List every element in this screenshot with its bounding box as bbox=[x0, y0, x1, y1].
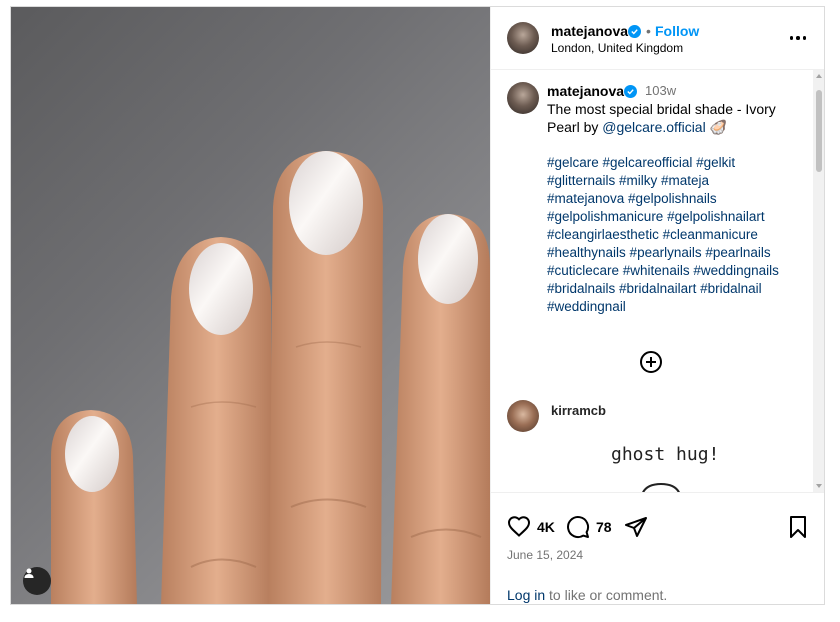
login-prompt: Log in to like or comment. bbox=[507, 587, 667, 603]
hashtag-line[interactable]: #cuticlecare #whitenails #weddingnails bbox=[547, 262, 797, 280]
login-prompt-text: to like or comment. bbox=[545, 587, 668, 603]
post-actions: 4K 78 June 15, 2024 Log in to like or co… bbox=[491, 492, 824, 604]
caption-mention-link[interactable]: @gelcare.official bbox=[602, 119, 705, 135]
caption: The most special bridal shade - Ivory Pe… bbox=[547, 100, 797, 136]
post-sidebar: matejanova • Follow London, United Kingd… bbox=[490, 7, 824, 604]
caption-username[interactable]: matejanova bbox=[547, 83, 624, 99]
comments-scrollbar[interactable] bbox=[813, 70, 824, 492]
hashtag-line[interactable]: #matejanova #gelpolishnails bbox=[547, 190, 797, 208]
caption-emoji: 🦪 bbox=[709, 119, 728, 135]
login-link[interactable]: Log in bbox=[507, 587, 545, 603]
comment-icon[interactable] bbox=[566, 515, 590, 544]
hand-image bbox=[51, 151, 490, 604]
avatar[interactable] bbox=[507, 400, 539, 432]
hashtag-line[interactable]: #gelcare #gelcareofficial #gelkit bbox=[547, 154, 797, 172]
hashtag-line[interactable]: #weddingnail bbox=[547, 298, 797, 316]
comment-username[interactable]: kirramcb bbox=[551, 403, 606, 418]
plus-circle-icon[interactable] bbox=[639, 350, 663, 374]
hashtag-line[interactable]: #healthynails #pearlynails #pearlnails bbox=[547, 244, 797, 262]
scroll-up-icon[interactable] bbox=[816, 74, 822, 78]
likes-count[interactable]: 4K bbox=[537, 519, 555, 535]
post-header: matejanova • Follow London, United Kingd… bbox=[491, 7, 824, 70]
hashtag-line[interactable]: #cleangirlaesthetic #cleanmanicure bbox=[547, 226, 797, 244]
follow-button[interactable]: Follow bbox=[655, 23, 699, 39]
comment-image: ghost hug! bbox=[601, 442, 731, 492]
author-username[interactable]: matejanova bbox=[551, 23, 628, 39]
post-modal: matejanova • Follow London, United Kingd… bbox=[10, 6, 825, 605]
comments-count[interactable]: 78 bbox=[596, 519, 612, 535]
avatar[interactable] bbox=[507, 22, 539, 54]
hashtag-line[interactable]: #glitternails #milky #mateja bbox=[547, 172, 797, 190]
user-tag-icon[interactable] bbox=[23, 567, 51, 595]
verified-badge-icon bbox=[628, 25, 641, 38]
paper-plane-icon[interactable] bbox=[624, 515, 648, 544]
post-photo[interactable] bbox=[11, 7, 490, 604]
comments-section[interactable]: matejanova 103w The most special bridal … bbox=[491, 70, 824, 492]
avatar[interactable] bbox=[507, 82, 539, 114]
heart-icon[interactable] bbox=[507, 515, 531, 542]
post-age[interactable]: 103w bbox=[645, 83, 676, 98]
scrollbar-thumb[interactable] bbox=[816, 90, 822, 172]
verified-badge-icon bbox=[624, 85, 637, 98]
post-location[interactable]: London, United Kingdom bbox=[551, 41, 683, 55]
hashtag-line[interactable]: #bridalnails #bridalnailart #bridalnail bbox=[547, 280, 797, 298]
more-options-icon[interactable] bbox=[787, 30, 809, 46]
bookmark-icon[interactable] bbox=[787, 515, 809, 544]
hashtags: #gelcare #gelcareofficial #gelkit #glitt… bbox=[547, 154, 797, 316]
hashtag-line[interactable]: #gelpolishmanicure #gelpolishnailart bbox=[547, 208, 797, 226]
scroll-down-icon[interactable] bbox=[816, 484, 822, 488]
post-date[interactable]: June 15, 2024 bbox=[507, 548, 583, 562]
separator-dot: • bbox=[646, 23, 651, 39]
